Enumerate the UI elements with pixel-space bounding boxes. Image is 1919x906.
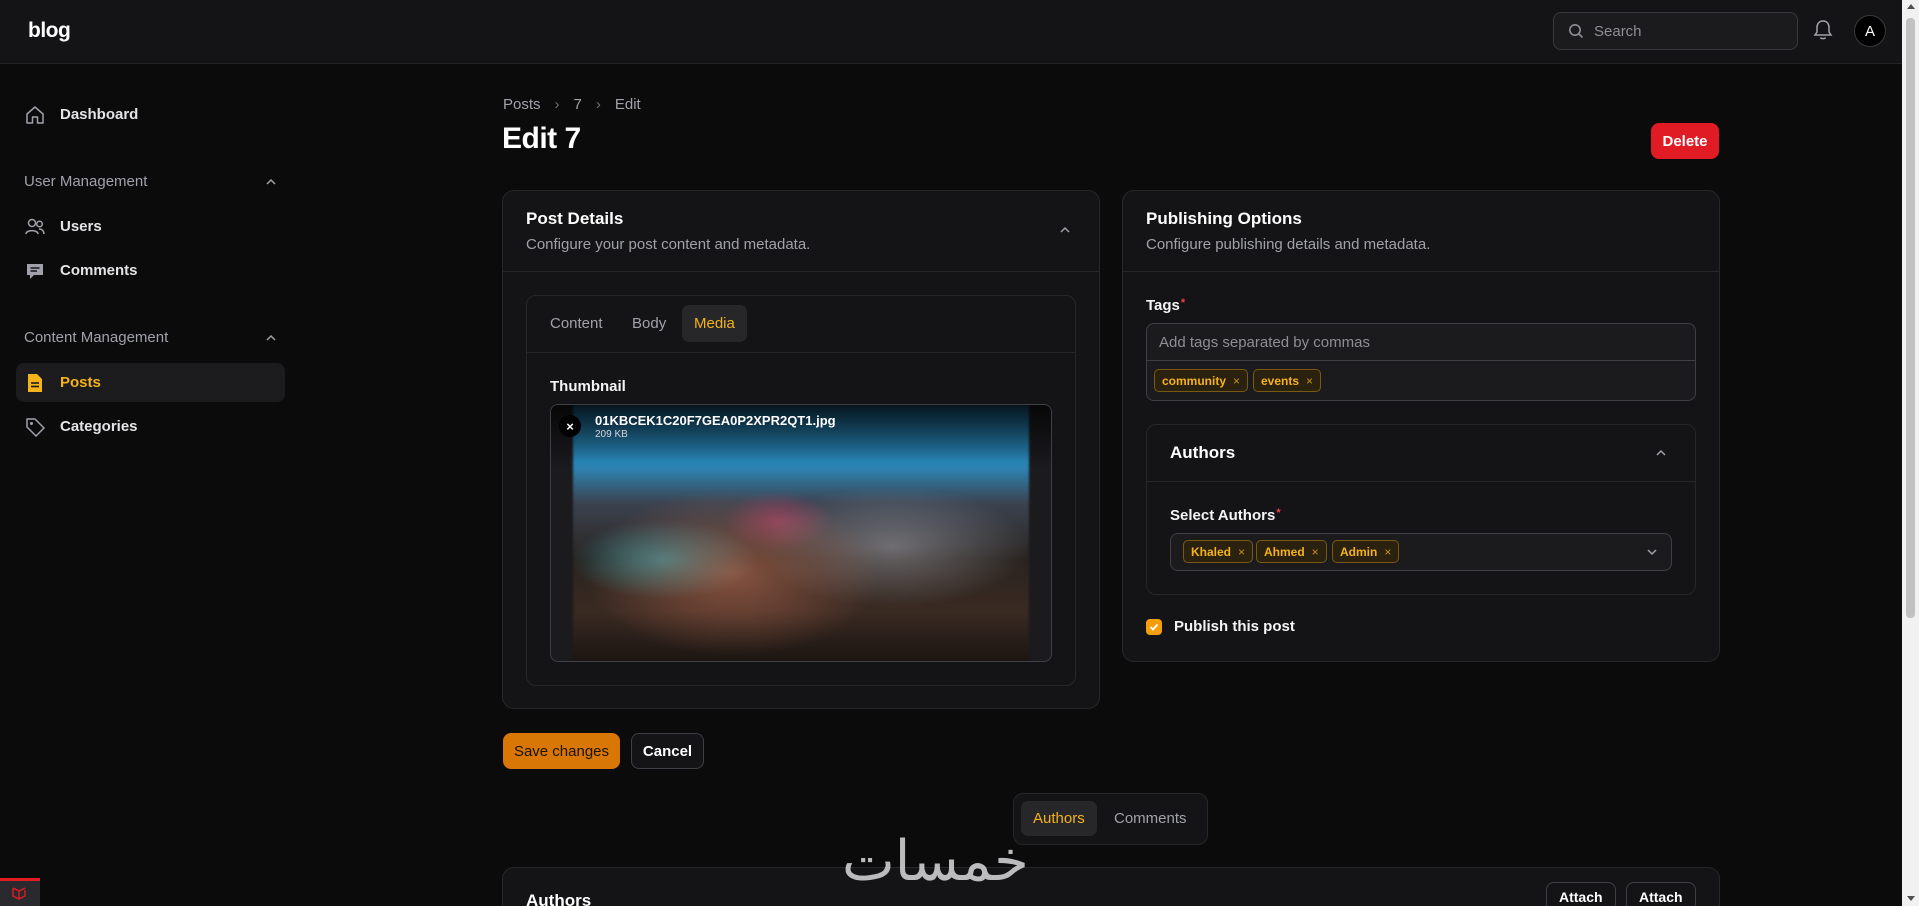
- authors-section-title: Authors: [1170, 443, 1236, 462]
- breadcrumb: Posts › 7 › Edit: [503, 96, 641, 113]
- publishing-title: Publishing Options: [1146, 209, 1302, 228]
- tag-icon: [26, 417, 45, 437]
- author-chip-admin[interactable]: Admin ×: [1332, 540, 1400, 563]
- file-name: 01KBCEK1C20F7GEA0P2XPR2QT1.jpg: [595, 413, 836, 428]
- scrollbar-thumb[interactable]: [1906, 18, 1915, 618]
- search-icon: [1569, 24, 1584, 39]
- chevron-right-icon: ›: [554, 96, 560, 113]
- tab-body[interactable]: Body: [620, 305, 678, 342]
- sidebar-item-dashboard[interactable]: Dashboard: [16, 95, 285, 134]
- bell-icon[interactable]: [1812, 18, 1834, 42]
- sidebar-item-comments[interactable]: Comments: [16, 251, 285, 290]
- chip-label: events: [1261, 373, 1300, 388]
- delete-button[interactable]: Delete: [1651, 123, 1719, 159]
- post-details-title: Post Details: [526, 209, 624, 228]
- users-icon: [25, 218, 45, 234]
- page-title: Edit 7: [502, 122, 581, 155]
- search-input[interactable]: Search: [1553, 12, 1798, 50]
- chip-label: Khaled: [1191, 544, 1232, 559]
- brand-logo[interactable]: blog: [28, 19, 71, 43]
- chevron-up-icon[interactable]: [264, 175, 278, 189]
- breadcrumb-posts[interactable]: Posts: [503, 96, 541, 113]
- attach-button[interactable]: Attach: [1546, 882, 1616, 906]
- close-icon[interactable]: ×: [1306, 374, 1313, 388]
- required-mark: *: [1276, 507, 1281, 519]
- remove-file-button[interactable]: ×: [559, 415, 581, 437]
- close-icon[interactable]: ×: [1384, 545, 1391, 559]
- cancel-button[interactable]: Cancel: [631, 733, 704, 769]
- chip-label: Admin: [1340, 544, 1378, 559]
- sidebar-item-users[interactable]: Users: [16, 207, 285, 246]
- sidebar-item-label: Categories: [60, 418, 138, 435]
- divider: [1123, 271, 1719, 272]
- tab-comments[interactable]: Comments: [1102, 801, 1199, 836]
- sidebar-item-categories[interactable]: Categories: [16, 407, 285, 446]
- chip-label: Ahmed: [1264, 544, 1305, 559]
- tag-chip-community[interactable]: community ×: [1154, 369, 1249, 392]
- scroll-up-arrow[interactable]: [1907, 4, 1915, 9]
- scroll-down-arrow[interactable]: [1907, 896, 1915, 901]
- authors-relation-title: Authors: [526, 891, 592, 906]
- close-icon[interactable]: ×: [1233, 374, 1240, 388]
- sidebar-item-label: Dashboard: [60, 106, 139, 123]
- tags-input[interactable]: Add tags separated by commas: [1147, 324, 1695, 361]
- watermark: خمسات: [842, 829, 1029, 894]
- chevron-right-icon: ›: [595, 96, 601, 113]
- chip-label: community: [1162, 373, 1227, 388]
- laravel-icon[interactable]: [0, 878, 40, 906]
- file-size: 209 KB: [595, 429, 628, 440]
- close-icon[interactable]: ×: [1238, 545, 1245, 559]
- nav-group-label: Content Management: [24, 329, 169, 346]
- sidebar-item-label: Posts: [60, 374, 101, 391]
- post-details-subtitle: Configure your post content and metadata…: [526, 236, 811, 253]
- authors-relation-card: [502, 867, 1720, 906]
- divider: [527, 352, 1075, 353]
- top-bar: blog Search A: [0, 0, 1902, 64]
- chevron-up-icon[interactable]: [1058, 223, 1072, 237]
- close-icon[interactable]: ×: [1312, 545, 1319, 559]
- sidebar-item-posts[interactable]: Posts: [16, 363, 285, 402]
- tag-chip-events[interactable]: events ×: [1253, 369, 1322, 392]
- home-icon: [26, 105, 44, 124]
- chevron-up-icon[interactable]: [264, 331, 278, 345]
- tab-media[interactable]: Media: [682, 305, 747, 342]
- author-chip-ahmed[interactable]: Ahmed ×: [1256, 540, 1327, 563]
- required-mark: *: [1180, 297, 1186, 309]
- breadcrumb-edit: Edit: [614, 96, 641, 113]
- select-authors-label-text: Select Authors: [1170, 507, 1276, 524]
- breadcrumb-post[interactable]: 7: [574, 96, 582, 113]
- publish-checkbox[interactable]: [1146, 619, 1162, 635]
- author-chip-khaled[interactable]: Khaled ×: [1183, 540, 1254, 563]
- sidebar-item-label: Comments: [60, 262, 138, 279]
- thumbnail-upload[interactable]: × 01KBCEK1C20F7GEA0P2XPR2QT1.jpg 209 KB: [550, 404, 1052, 662]
- check-icon: [1149, 623, 1159, 631]
- tab-authors[interactable]: Authors: [1021, 801, 1097, 836]
- sidebar-item-label: Users: [60, 218, 102, 235]
- divider: [1147, 481, 1695, 482]
- avatar[interactable]: A: [1854, 15, 1886, 47]
- search-placeholder: Search: [1594, 22, 1642, 40]
- nav-group-content-management[interactable]: Content Management: [24, 329, 278, 346]
- tab-content[interactable]: Content: [538, 305, 615, 342]
- document-icon: [28, 373, 42, 392]
- publish-label[interactable]: Publish this post: [1174, 618, 1295, 635]
- chevron-down-icon[interactable]: [1645, 545, 1659, 559]
- nav-group-label: User Management: [24, 173, 148, 190]
- attach-button-2[interactable]: Attach: [1626, 882, 1696, 906]
- publishing-subtitle: Configure publishing details and metadat…: [1146, 236, 1431, 253]
- save-button[interactable]: Save changes: [503, 733, 620, 769]
- select-authors-label: Select Authors*: [1170, 507, 1281, 524]
- comment-icon: [27, 263, 43, 279]
- chevron-up-icon[interactable]: [1654, 446, 1668, 460]
- nav-group-user-management[interactable]: User Management: [24, 173, 278, 190]
- divider: [503, 271, 1099, 272]
- thumbnail-label: Thumbnail: [550, 378, 626, 395]
- tags-label-text: Tags: [1146, 297, 1180, 314]
- tags-label: Tags*: [1146, 297, 1185, 314]
